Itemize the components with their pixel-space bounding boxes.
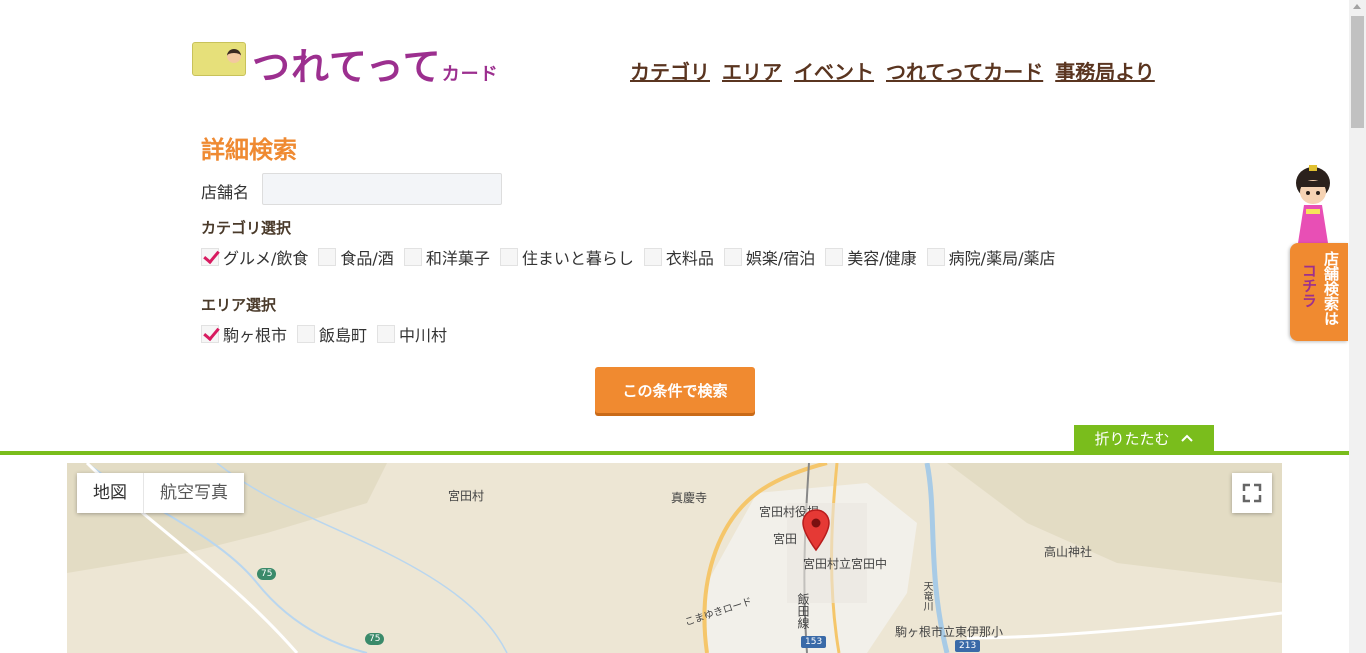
nav-office[interactable]: 事務局より — [1055, 56, 1155, 85]
checkbox-label: 中川村 — [399, 326, 448, 345]
checkbox[interactable] — [318, 248, 337, 266]
area-nakagawa[interactable]: 中川村 — [377, 322, 447, 346]
logo-subtitle: カード — [441, 64, 499, 85]
map-marker-icon[interactable] — [801, 508, 831, 552]
area-section-title: エリア選択 — [201, 296, 277, 314]
map-type-map-button[interactable]: 地図 — [77, 473, 143, 513]
category-sweets[interactable]: 和洋菓子 — [403, 245, 490, 269]
category-leisure[interactable]: 娯楽/宿泊 — [723, 245, 816, 269]
card-logo-icon — [192, 42, 246, 76]
checkbox[interactable] — [723, 248, 742, 266]
checkbox-label: 娯楽/宿泊 — [745, 249, 816, 268]
checkbox-label: 衣料品 — [665, 249, 714, 268]
area-checkboxes: 駒ヶ根市 飯島町 中川村 — [201, 322, 457, 346]
checkbox[interactable] — [201, 248, 219, 266]
site-logo[interactable]: つれてってカード — [192, 40, 498, 89]
checkbox[interactable] — [825, 248, 844, 266]
route-213-badge: 213 — [955, 640, 981, 652]
checkbox-label: 食品/酒 — [340, 249, 394, 268]
page-scrollbar[interactable] — [1349, 0, 1366, 653]
store-name-input[interactable] — [262, 173, 502, 205]
fullscreen-icon — [1242, 483, 1262, 503]
checkbox[interactable] — [377, 325, 396, 343]
checkbox[interactable] — [403, 248, 422, 266]
map[interactable]: 地図 航空写真 宮田村 真慶寺 宮田村役場 宮田 宮田村立宮田中 高山神社 飯田… — [67, 463, 1282, 653]
fold-label: 折りたたむ — [1094, 429, 1170, 448]
scrollbar-thumb[interactable] — [1351, 16, 1364, 128]
category-gourmet[interactable]: グルメ/飲食 — [201, 245, 308, 269]
side-tab-button[interactable]: 店舗検索は コチラ — [1290, 243, 1348, 341]
map-type-satellite-button[interactable]: 航空写真 — [143, 473, 244, 513]
category-clothing[interactable]: 衣料品 — [643, 245, 714, 269]
map-label-takayama-shrine: 高山神社 — [1044, 545, 1093, 559]
checkbox-label: 美容/健康 — [847, 249, 917, 268]
checkbox-label: 駒ヶ根市 — [223, 326, 288, 345]
side-tab-label: 店舗検索は — [1322, 251, 1340, 326]
map-label-higashiina-es: 駒ヶ根市立東伊那小 — [895, 625, 1004, 639]
logo-title: つれてって — [252, 45, 442, 89]
map-label-miyada-jhs: 宮田村立宮田中 — [803, 557, 888, 571]
map-label-shinkeiji: 真慶寺 — [671, 491, 708, 505]
search-title: 詳細検索 — [201, 136, 297, 164]
store-name-label: 店舗名 — [201, 183, 250, 202]
checkbox[interactable] — [201, 325, 219, 343]
checkbox-label: 飯島町 — [319, 326, 368, 345]
checkbox[interactable] — [297, 325, 316, 343]
side-tab-sublabel: コチラ — [1300, 263, 1318, 308]
category-section-title: カテゴリ選択 — [201, 219, 292, 237]
checkbox[interactable] — [499, 248, 518, 266]
route-75-badge: 75 — [365, 633, 385, 645]
nav-event[interactable]: イベント — [794, 56, 874, 85]
checkbox-label: 和洋菓子 — [425, 249, 490, 268]
section-divider — [0, 451, 1350, 455]
category-beauty[interactable]: 美容/健康 — [825, 245, 917, 269]
mascot-icon — [1296, 165, 1330, 243]
checkbox-label: 住まいと暮らし — [521, 249, 634, 268]
category-food[interactable]: 食品/酒 — [318, 245, 394, 269]
checkbox-label: 病院/薬局/薬店 — [948, 249, 1056, 268]
checkbox[interactable] — [643, 248, 662, 266]
map-label-iida-line: 飯田線 — [796, 593, 810, 629]
chevron-up-icon — [1180, 434, 1193, 442]
logo-text: つれてってカード — [252, 36, 499, 91]
search-submit-button[interactable]: この条件で検索 — [595, 367, 755, 413]
map-label-miyada-station: 宮田 — [773, 532, 798, 546]
nav-area[interactable]: エリア — [722, 56, 782, 85]
checkbox[interactable] — [926, 248, 945, 266]
category-checkboxes: グルメ/飲食 食品/酒 和洋菓子 住まいと暮らし 衣料品 娯楽/宿泊 美容/健康… — [201, 245, 1065, 269]
map-label-miyadamura: 宮田村 — [448, 489, 485, 503]
route-153-badge: 153 — [801, 636, 827, 648]
route-75-badge: 75 — [257, 568, 277, 580]
area-iijima[interactable]: 飯島町 — [297, 322, 367, 346]
fold-button[interactable]: 折りたたむ — [1074, 425, 1214, 451]
store-search-side-tab[interactable]: 店舗検索は コチラ — [1288, 165, 1350, 343]
map-label-tenryu-river: 天竜川 — [921, 581, 932, 611]
main-nav: カテゴリ エリア イベント つれてってカード 事務局より — [630, 56, 1155, 85]
checkbox-label: グルメ/飲食 — [223, 249, 309, 268]
scroll-up-arrow-icon[interactable] — [1353, 4, 1361, 9]
category-medical[interactable]: 病院/薬局/薬店 — [926, 245, 1056, 269]
nav-category[interactable]: カテゴリ — [630, 56, 710, 85]
area-komagane[interactable]: 駒ヶ根市 — [201, 322, 287, 346]
map-type-control: 地図 航空写真 — [77, 473, 244, 513]
nav-card[interactable]: つれてってカード — [886, 56, 1043, 85]
category-living[interactable]: 住まいと暮らし — [499, 245, 634, 269]
fullscreen-button[interactable] — [1232, 473, 1272, 513]
